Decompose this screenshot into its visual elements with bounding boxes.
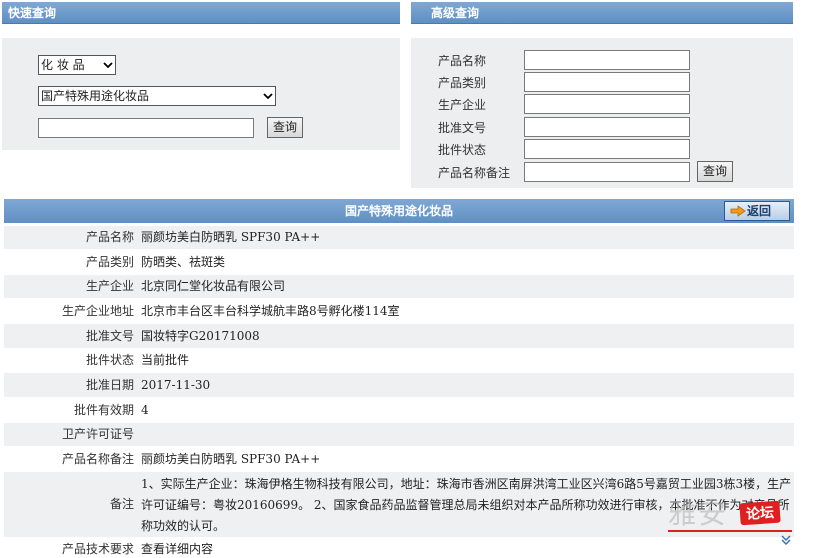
result-title: 国产特殊用途化妆品 xyxy=(344,204,453,218)
row-value: 北京同仁堂化妆品有限公司 xyxy=(141,279,286,293)
row-value: 当前批件 xyxy=(141,353,190,367)
row-label: 产品名称 xyxy=(85,230,134,244)
row-value: 防晒类、祛斑类 xyxy=(141,255,226,269)
row-label: 产品名称备注 xyxy=(61,452,134,466)
chevron-down-icon xyxy=(263,93,273,100)
chevron-down-icon xyxy=(103,62,113,69)
row-label: 产品类别 xyxy=(85,255,134,269)
manufacturer-label: 生产企业 xyxy=(438,98,487,112)
watermark-text: 雅安 xyxy=(668,497,729,530)
row-label: 批准日期 xyxy=(85,378,134,392)
table-row: 产品名称 丽颜坊美白防晒乳 SPF30 PA++ xyxy=(4,226,794,249)
row-value: 4 xyxy=(141,403,149,417)
quick-search-button[interactable]: 查询 xyxy=(267,117,303,138)
back-button[interactable]: 返回 xyxy=(724,201,790,221)
table-row: 产品名称备注 丽颜坊美白防晒乳 SPF30 PA++ xyxy=(4,447,794,471)
row-value: 丽颜坊美白防晒乳 SPF30 PA++ xyxy=(141,230,321,244)
row-label: 生产企业地址 xyxy=(61,304,134,318)
table-row: 生产企业地址 北京市丰台区丰台科学城航丰路8号孵化楼114室 xyxy=(4,299,794,323)
double-chevron-icon xyxy=(781,535,791,546)
table-row: 卫产许可证号 xyxy=(4,423,794,446)
approval-status-label: 批件状态 xyxy=(438,143,487,157)
table-row: 产品类别 防晒类、祛斑类 xyxy=(4,250,794,274)
row-value xyxy=(138,423,794,446)
row-value: 北京市丰台区丰台科学城航丰路8号孵化楼114室 xyxy=(141,304,400,318)
product-remark-input[interactable] xyxy=(524,162,690,182)
advanced-search-title: 高级查询 xyxy=(431,6,480,20)
table-row: 产品技术要求 查看详细内容 xyxy=(4,538,794,558)
row-label: 产品技术要求 xyxy=(61,542,134,556)
back-button-label: 返回 xyxy=(747,204,772,218)
approval-number-input[interactable] xyxy=(524,117,690,137)
row-value: 丽颜坊美白防晒乳 SPF30 PA++ xyxy=(141,452,321,466)
quick-search-title: 快速查询 xyxy=(8,6,57,20)
table-row: 批准日期 2017-11-30 xyxy=(4,373,794,397)
advanced-search-title-bar: 高级查询 xyxy=(411,2,793,24)
row-value: 2017-11-30 xyxy=(141,378,211,392)
row-label: 批准文号 xyxy=(85,329,134,343)
quick-search-title-bar: 快速查询 xyxy=(2,2,400,24)
row-label: 生产企业 xyxy=(85,279,134,293)
result-header: 国产特殊用途化妆品 返回 xyxy=(4,199,794,223)
row-label: 备注 xyxy=(109,497,134,511)
product-category-input[interactable] xyxy=(524,72,690,92)
row-label: 批件有效期 xyxy=(73,403,134,417)
row-label: 卫产许可证号 xyxy=(61,427,134,441)
approval-number-label: 批准文号 xyxy=(438,121,487,135)
quick-search-input[interactable] xyxy=(38,118,254,138)
watermark-underline xyxy=(668,530,792,532)
advanced-search-button[interactable]: 查询 xyxy=(697,161,733,182)
view-details-link[interactable]: 查看详细内容 xyxy=(138,538,794,558)
watermark-badge: 论坛 xyxy=(739,500,781,526)
product-category-label: 产品类别 xyxy=(438,76,487,90)
row-label: 批件状态 xyxy=(85,353,134,367)
table-row: 批件有效期 4 xyxy=(4,398,794,422)
subcategory-select-value: 国产特殊用途化妆品 xyxy=(41,89,150,103)
subcategory-select[interactable]: 国产特殊用途化妆品 xyxy=(38,86,276,106)
product-name-label: 产品名称 xyxy=(438,54,487,68)
table-row: 批准文号 国妆特字G20171008 xyxy=(4,324,794,348)
table-row: 批件状态 当前批件 xyxy=(4,349,794,372)
product-name-input[interactable] xyxy=(524,50,690,70)
arrow-right-icon xyxy=(730,205,746,217)
table-row: 生产企业 北京同仁堂化妆品有限公司 xyxy=(4,275,794,298)
category-select[interactable]: 化 妆 品 xyxy=(38,55,116,75)
row-value: 国妆特字G20171008 xyxy=(141,329,260,343)
approval-status-input[interactable] xyxy=(524,139,690,159)
product-remark-label: 产品名称备注 xyxy=(438,166,511,180)
manufacturer-input[interactable] xyxy=(524,94,690,114)
category-select-value: 化 妆 品 xyxy=(41,58,85,72)
